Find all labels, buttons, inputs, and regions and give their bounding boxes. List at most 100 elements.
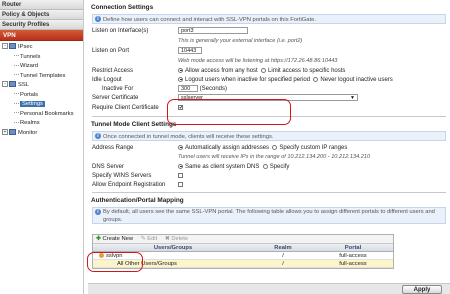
endpoint-checkbox[interactable]: [178, 181, 183, 187]
row-realm: /: [282, 253, 284, 259]
collapse-toggle-icon[interactable]: -: [2, 43, 8, 50]
tree-item-ssl[interactable]: - SSL: [0, 81, 83, 91]
restrict-any-host-label: Allow access from any host: [185, 68, 258, 74]
tree-item-portals[interactable]: Portals: [0, 91, 83, 101]
folder-icon: [9, 43, 16, 50]
sidebar-section-router[interactable]: Router: [0, 0, 83, 10]
tree-item-label: Wizard: [20, 63, 39, 69]
connection-info: Define how users can connect and interac…: [92, 14, 446, 24]
endpoint-row: Allow Endpoint Registration: [88, 181, 450, 190]
column-header-users[interactable]: Users/Groups: [93, 244, 253, 251]
idle-logout-never-label: Never logout inactive users: [320, 77, 393, 83]
address-range-hint-row: Tunnel users will receive IPs in the ran…: [88, 153, 450, 161]
tree-item-realms[interactable]: Realms: [0, 119, 83, 129]
tree-item-tunnel-templates[interactable]: Tunnel Templates: [0, 72, 83, 82]
create-new-button[interactable]: ✚ Create New: [96, 235, 133, 244]
tunnel-info: Once connected in tunnel mode, clients w…: [92, 131, 446, 141]
tree-item-ipsec[interactable]: - IPsec: [0, 43, 83, 53]
tree-connector: [14, 121, 19, 123]
auth-info: By default, all users see the same SSL-V…: [92, 207, 446, 224]
listen-interface-label: Listen on Interface(s): [92, 28, 149, 34]
delete-icon: ✖: [164, 236, 170, 242]
listen-port-hint-row: Web mode access will be listening at htt…: [88, 57, 450, 65]
address-range-label: Address Range: [92, 145, 134, 151]
tree-item-personal-bookmarks[interactable]: Personal Bookmarks: [0, 110, 83, 120]
tree-item-label: Settings: [20, 101, 45, 107]
dns-server-label: DNS Server: [92, 164, 125, 170]
listen-interface-row: Listen on Interface(s) port3: [88, 27, 450, 37]
footer-bar: Apply: [88, 283, 450, 294]
listen-port-row: Listen on Port 10443: [88, 47, 450, 57]
restrict-any-host-radio[interactable]: [178, 67, 183, 73]
tree-item-label: Personal Bookmarks: [20, 110, 74, 117]
sidebar-section-vpn[interactable]: VPN: [0, 30, 83, 41]
listen-interface-hint: This is generally your external interfac…: [178, 38, 303, 44]
plus-icon: ✚: [96, 236, 101, 242]
address-range-hint: Tunnel users will receive IPs in the ran…: [178, 154, 371, 160]
folder-icon: [9, 128, 16, 135]
idle-logout-row: Idle Logout Logout users when inactive f…: [88, 76, 450, 85]
sidebar-section-security-profiles[interactable]: Security Profiles: [0, 20, 83, 30]
wins-label: Specify WINS Servers: [92, 173, 152, 179]
edit-label: Edit: [147, 236, 158, 242]
dns-specify-radio[interactable]: [262, 163, 268, 169]
edit-button[interactable]: ✎ Edit: [141, 235, 157, 244]
tree-item-label: Portals: [20, 91, 39, 98]
listen-port-field[interactable]: 10443: [178, 47, 202, 54]
collapse-toggle-icon[interactable]: -: [2, 81, 8, 88]
row-portal: full-access: [339, 253, 367, 259]
dns-specify-label: Specify: [269, 164, 290, 170]
tree-item-label: Realms: [20, 120, 40, 126]
listen-interface-field[interactable]: port3: [178, 27, 248, 34]
require-client-cert-label: Require Client Certificate: [92, 105, 159, 111]
annotation-oval-certificate: [167, 99, 291, 125]
delete-button[interactable]: ✖ Delete: [165, 235, 188, 244]
tree-item-label: Tunnels: [20, 53, 41, 60]
sidebar: Router Policy & Objects Security Profile…: [0, 0, 84, 294]
divider: [92, 192, 446, 193]
sidebar-section-policy-objects[interactable]: Policy & Objects: [0, 10, 83, 20]
tree-item-monitor[interactable]: + Monitor: [0, 128, 83, 139]
tree-connector: [14, 93, 19, 95]
tree-connector: [14, 74, 19, 76]
inactive-for-field[interactable]: 300: [178, 85, 198, 92]
listen-port-hint: Web mode access will be listening at htt…: [178, 58, 338, 64]
idle-logout-label: Idle Logout: [92, 77, 122, 83]
annotation-oval-sslvpn: [87, 252, 143, 272]
custom-ip-radio[interactable]: [272, 144, 278, 150]
tree-connector: [14, 102, 19, 104]
chevron-down-icon: ▼: [350, 95, 355, 101]
column-header-portal[interactable]: Portal: [313, 244, 393, 251]
address-range-row: Address Range Automatically assign addre…: [88, 144, 450, 153]
auto-assign-radio[interactable]: [178, 144, 183, 150]
tree-connector: [14, 64, 19, 66]
create-new-label: Create New: [102, 236, 134, 242]
restrict-specific-hosts-label: Limit access to specific hosts: [268, 68, 346, 74]
restrict-specific-hosts-radio[interactable]: [261, 67, 267, 73]
edit-icon: ✎: [140, 236, 146, 242]
inactive-for-row: Inactive For 300 (Seconds): [88, 85, 450, 94]
idle-logout-inactive-label: Logout users when inactive for specified…: [185, 77, 311, 83]
tree-item-tunnels[interactable]: Tunnels: [0, 53, 83, 63]
row-portal: full-access: [339, 261, 367, 267]
expand-toggle-icon[interactable]: +: [2, 128, 8, 135]
tree-item-wizard[interactable]: Wizard: [0, 62, 83, 72]
restrict-access-label: Restrict Access: [92, 68, 134, 74]
idle-logout-never-radio[interactable]: [313, 76, 319, 82]
custom-ip-label: Specify custom IP ranges: [279, 145, 348, 151]
auth-mapping-title: Authentication/Portal Mapping: [91, 197, 184, 204]
apply-button[interactable]: Apply: [402, 285, 442, 294]
inactive-for-unit: (Seconds): [199, 86, 228, 93]
dns-same-label: Same as client system DNS: [185, 164, 260, 170]
wins-checkbox[interactable]: [178, 172, 183, 178]
endpoint-label: Allow Endpoint Registration: [92, 182, 166, 188]
tree-item-label: Monitor: [18, 129, 38, 136]
tree-connector: [14, 112, 19, 114]
idle-logout-inactive-radio[interactable]: [178, 76, 183, 82]
auto-assign-label: Automatically assign addresses: [185, 145, 270, 151]
column-header-realm[interactable]: Realm: [253, 244, 313, 251]
tree-item-settings[interactable]: Settings: [0, 100, 83, 110]
dns-same-radio[interactable]: [178, 163, 183, 169]
table-toolbar: ✚ Create New ✎ Edit ✖ Delete: [93, 235, 393, 244]
listen-port-label: Listen on Port: [92, 48, 130, 54]
